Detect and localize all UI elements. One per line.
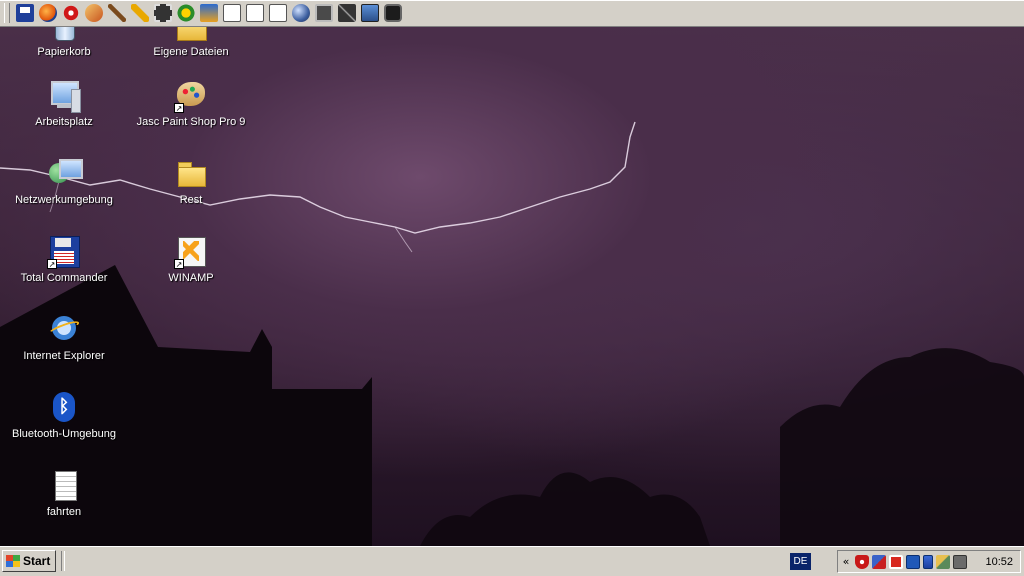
tree-silhouette <box>780 348 1024 546</box>
toolbar-grip[interactable] <box>4 3 10 23</box>
folder-icon <box>174 157 208 191</box>
tools-icon[interactable] <box>338 4 356 22</box>
desktop-icon-label: Eigene Dateien <box>153 46 229 58</box>
taskbar-separator <box>61 551 65 571</box>
firefox-icon[interactable] <box>39 4 57 22</box>
language-indicator[interactable]: DE <box>790 553 811 570</box>
desktop-icon-winamp[interactable]: ↗ WINAMP <box>136 235 246 284</box>
windows-logo-icon <box>6 555 20 567</box>
bluetooth-icon: ᛒ <box>47 391 81 425</box>
desktop-icon-label: Jasc Paint Shop Pro 9 <box>136 116 246 128</box>
desktop-icon-fahrten[interactable]: fahrten <box>9 469 119 518</box>
save-icon[interactable] <box>16 4 34 22</box>
desktop-icon-label: Total Commander <box>20 272 108 284</box>
my-documents-folder-icon <box>174 27 208 43</box>
floppy-disk-icon: ↗ <box>47 235 81 269</box>
shortcut-arrow-icon: ↗ <box>47 259 57 269</box>
display-icon[interactable] <box>953 554 967 569</box>
connection-icon[interactable] <box>936 554 950 569</box>
desktop-icon-label: Bluetooth-Umgebung <box>12 428 116 440</box>
desktop-icon-total-commander[interactable]: ↗ Total Commander <box>9 235 119 284</box>
desktop-icon-label: Papierkorb <box>37 46 91 58</box>
paint-palette-icon: ↗ <box>174 79 208 113</box>
network-icon[interactable] <box>872 554 886 569</box>
document-icon[interactable] <box>246 4 264 22</box>
winamp-icon: ↗ <box>174 235 208 269</box>
start-button[interactable]: Start <box>2 550 56 572</box>
start-label: Start <box>23 554 51 568</box>
shield-icon[interactable] <box>855 554 869 569</box>
monitor-icon[interactable] <box>906 554 920 569</box>
desktop-icon-label: fahrten <box>46 506 82 518</box>
internet-explorer-icon <box>47 313 81 347</box>
document-icon[interactable] <box>223 4 241 22</box>
feather-icon[interactable] <box>131 4 149 22</box>
desktop-icon-label: Netzwerkumgebung <box>15 194 113 206</box>
desktop-icon-network-places[interactable]: Netzwerkumgebung <box>9 157 119 206</box>
antivirus-icon[interactable] <box>889 554 903 569</box>
clock[interactable]: 10:52 <box>985 556 1013 568</box>
my-computer-icon <box>47 79 81 113</box>
shortcut-arrow-icon: ↗ <box>174 259 184 269</box>
recycle-bin-icon <box>47 27 81 43</box>
desktop-icon-label: Rest <box>179 194 203 206</box>
padlock-icon[interactable] <box>315 4 333 22</box>
media-player-icon[interactable] <box>177 4 195 22</box>
brush-icon[interactable] <box>108 4 126 22</box>
shortcut-arrow-icon: ↗ <box>174 103 184 113</box>
camera-icon[interactable] <box>361 4 379 22</box>
taskbar: Start DE « 10:52 <box>0 546 1024 576</box>
desktop[interactable]: Papierkorb Eigene Dateien Arbeitsplatz ↗… <box>0 27 1024 546</box>
desktop-icon-paint-shop-pro[interactable]: ↗ Jasc Paint Shop Pro 9 <box>136 79 246 128</box>
film-icon[interactable] <box>154 4 172 22</box>
photo-camera-icon[interactable] <box>384 4 402 22</box>
user-icon[interactable] <box>200 4 218 22</box>
tray-expand-chevron-icon[interactable]: « <box>840 555 852 568</box>
desktop-icon-label: WINAMP <box>168 272 214 284</box>
desktop-icon-label: Internet Explorer <box>23 350 105 362</box>
battery-icon[interactable] <box>923 554 933 569</box>
desktop-icon-my-computer[interactable]: Arbeitsplatz <box>9 79 119 128</box>
system-tray: « 10:52 <box>837 550 1021 573</box>
globe-icon[interactable] <box>292 4 310 22</box>
star-burst-icon[interactable] <box>62 4 80 22</box>
desktop-icon-rest-folder[interactable]: Rest <box>136 157 246 206</box>
text-document-icon <box>47 469 81 503</box>
desktop-icon-bluetooth[interactable]: ᛒ Bluetooth-Umgebung <box>9 391 119 440</box>
paint-shop-icon[interactable] <box>85 4 103 22</box>
desktop-icon-recycle-bin[interactable]: Papierkorb <box>9 27 119 58</box>
document-icon[interactable] <box>269 4 287 22</box>
network-places-icon <box>47 157 83 191</box>
quick-launch-toolbar <box>0 0 1024 27</box>
desktop-icon-label: Arbeitsplatz <box>35 116 93 128</box>
desktop-icon-my-documents[interactable]: Eigene Dateien <box>136 27 246 58</box>
desktop-icon-internet-explorer[interactable]: Internet Explorer <box>9 313 119 362</box>
